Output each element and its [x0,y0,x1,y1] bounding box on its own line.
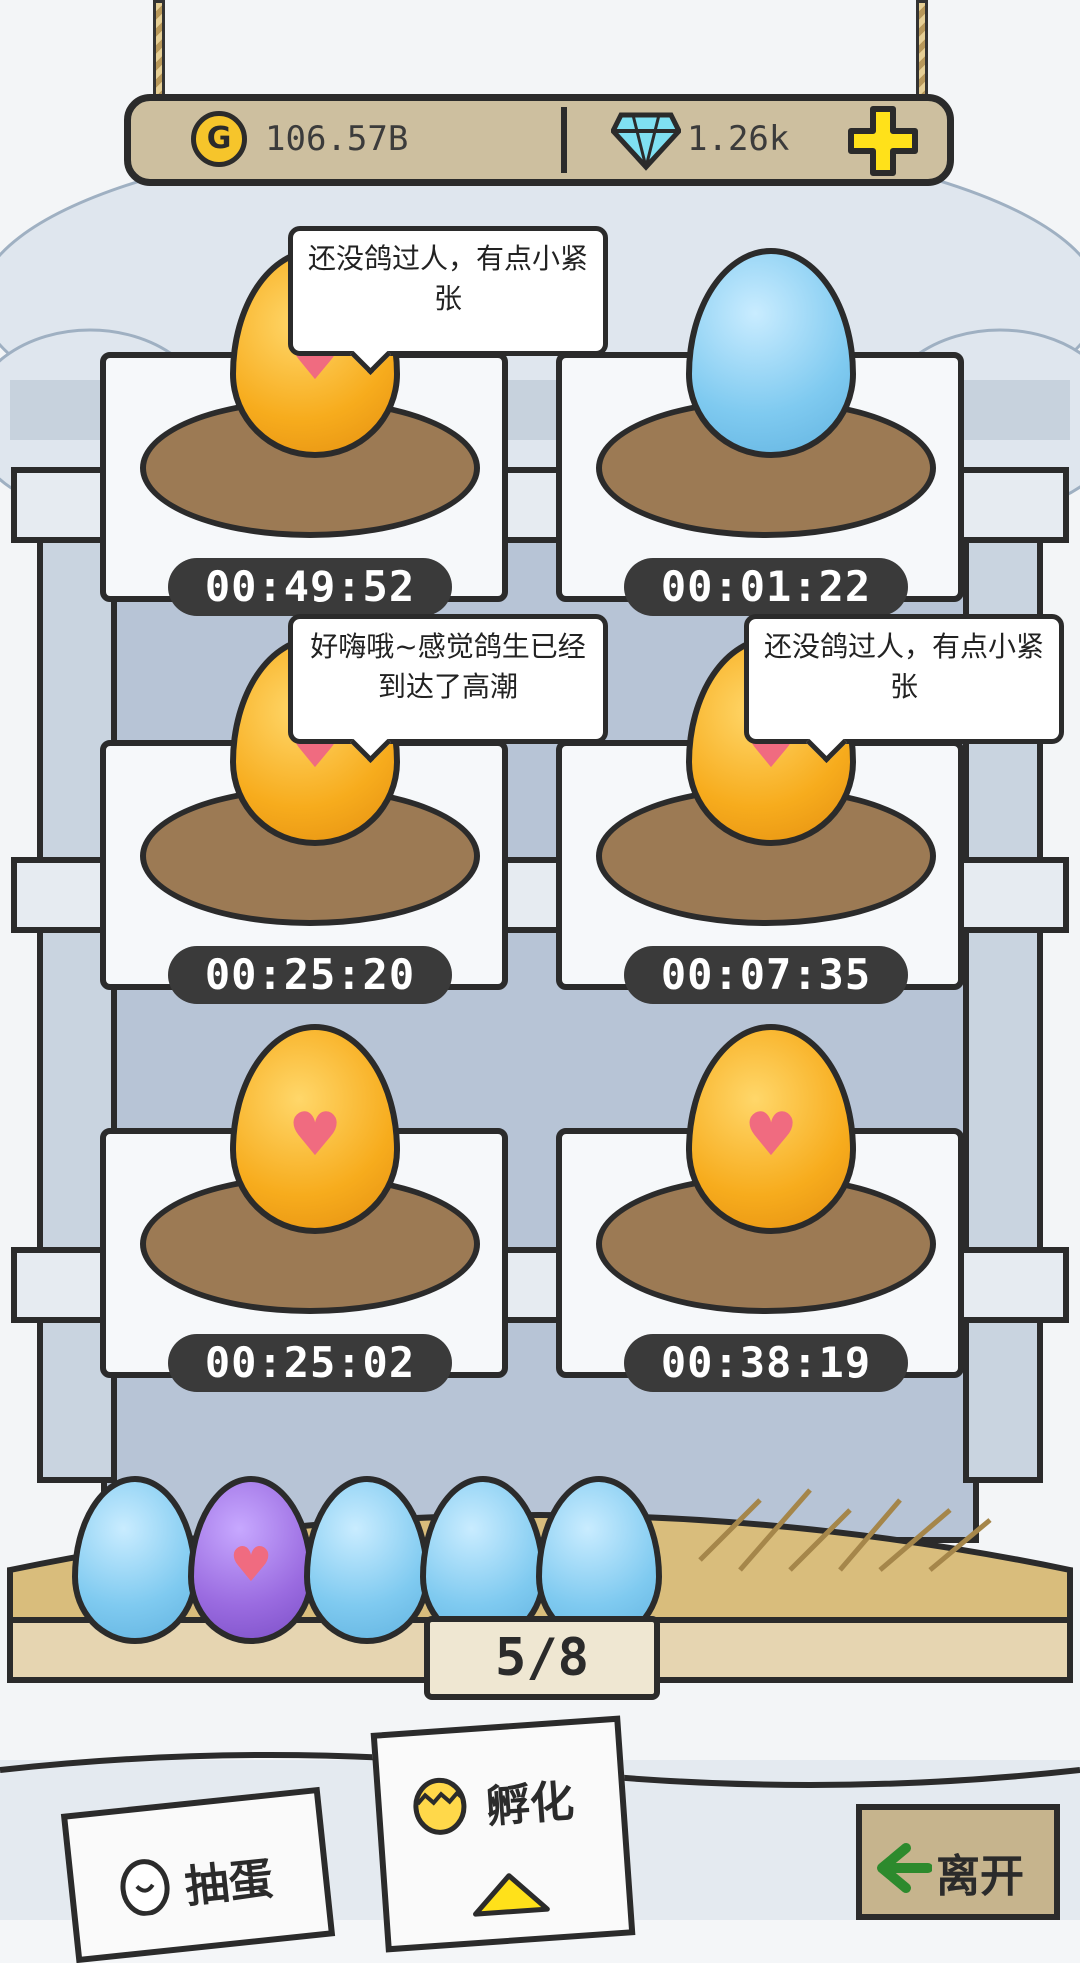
sign-rope-left [153,0,165,108]
currency-divider [561,107,567,173]
speech-bubble: 还没鸽过人，有点小紧张 [744,614,1064,744]
nest-slot[interactable]: ♥ 00:49:52 [100,248,508,616]
hatch-timer: 00:25:02 [168,1334,452,1392]
nest-slot[interactable]: ♥ 00:25:02 [100,1024,508,1392]
add-gems-button[interactable] [847,105,919,177]
hatch-timer: 00:01:22 [624,558,908,616]
hatch-timer: 00:07:35 [624,946,908,1004]
back-arrow-icon [877,1843,932,1893]
heart-icon: ♥ [744,1100,798,1170]
gem-amount: 1.26k [687,119,790,159]
leave-label: 离开 [936,1851,1024,1902]
gold-coin-icon: G [191,111,247,167]
nest-slot[interactable]: ♥ 00:38:19 [556,1024,964,1392]
nest-slot[interactable]: ♥ 00:07:35 [556,636,964,1004]
hatch-tab[interactable]: 孵化 [370,1715,636,1953]
heart-icon: ♥ [229,1536,273,1593]
draw-egg-button[interactable]: 抽蛋 [60,1786,336,1963]
expand-up-arrow-icon[interactable] [469,1869,552,1918]
sign-rope-right [916,0,928,108]
currency-bar: G 106.57B 1.26k [124,94,954,186]
hatch-label: 孵化 [484,1776,576,1834]
speech-bubble: 好嗨哦~感觉鸽生已经到达了高潮 [288,614,608,744]
draw-egg-label: 抽蛋 [182,1853,276,1914]
diamond-gem-icon [611,112,681,171]
heart-icon: ♥ [288,1100,342,1170]
nest-slot[interactable]: 00:01:22 [556,248,964,616]
gold-amount: 106.57B [265,119,409,159]
nest-slot[interactable]: ♥ 00:25:20 [100,636,508,1004]
leave-button[interactable]: 离开 [856,1804,1060,1920]
egg-capacity-counter: 5/8 [424,1616,660,1700]
hatch-timer: 00:25:20 [168,946,452,1004]
speech-bubble: 还没鸽过人，有点小紧张 [288,226,608,356]
hatching-chick-icon [413,1777,467,1835]
draw-egg-icon [120,1859,170,1917]
hatch-timer: 00:38:19 [624,1334,908,1392]
hatch-timer: 00:49:52 [168,558,452,616]
